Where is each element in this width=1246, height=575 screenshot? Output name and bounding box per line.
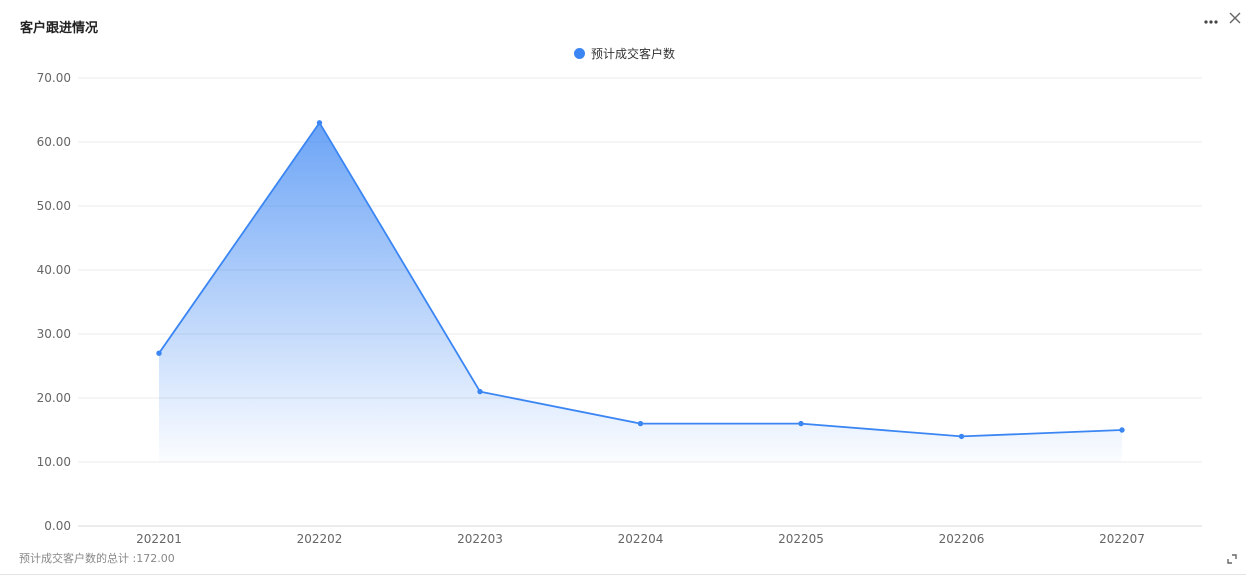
- expand-corner-icon[interactable]: [1226, 553, 1238, 565]
- data-point: [958, 433, 965, 440]
- y-tick-label: 10.00: [37, 455, 71, 469]
- x-tick-label: 202206: [939, 532, 985, 546]
- y-tick-label: 40.00: [37, 263, 71, 277]
- line-chart: 202201 202202 202203 202204 202205 202206 2022…: [37, 71, 1202, 546]
- data-point: [156, 350, 162, 356]
- y-tick-label: 60.00: [37, 135, 71, 149]
- series-area: [159, 122, 1122, 463]
- data-point: [637, 420, 644, 427]
- data-point: [1119, 427, 1125, 433]
- y-tick-label: 0.00: [44, 519, 71, 533]
- x-tick-label: 202202: [297, 532, 343, 546]
- data-point: [477, 388, 483, 395]
- x-tick-label: 202204: [618, 532, 664, 546]
- x-tick-label: 202205: [778, 532, 824, 546]
- y-tick-label: 70.00: [37, 71, 71, 85]
- y-tick-label: 50.00: [37, 199, 71, 213]
- chart-panel: 客户跟进情况 预计成交客户数 202201 202202 202203 202204 2…: [0, 0, 1246, 575]
- x-tick-label: 202201: [136, 532, 182, 546]
- y-tick-label: 30.00: [37, 327, 71, 341]
- total-summary: 预计成交客户数的总计 :172.00: [19, 552, 175, 565]
- x-tick-label: 202203: [457, 532, 503, 546]
- data-point: [316, 120, 323, 126]
- x-tick-label: 202207: [1099, 532, 1145, 546]
- data-point: [798, 420, 804, 427]
- y-tick-label: 20.00: [37, 391, 71, 405]
